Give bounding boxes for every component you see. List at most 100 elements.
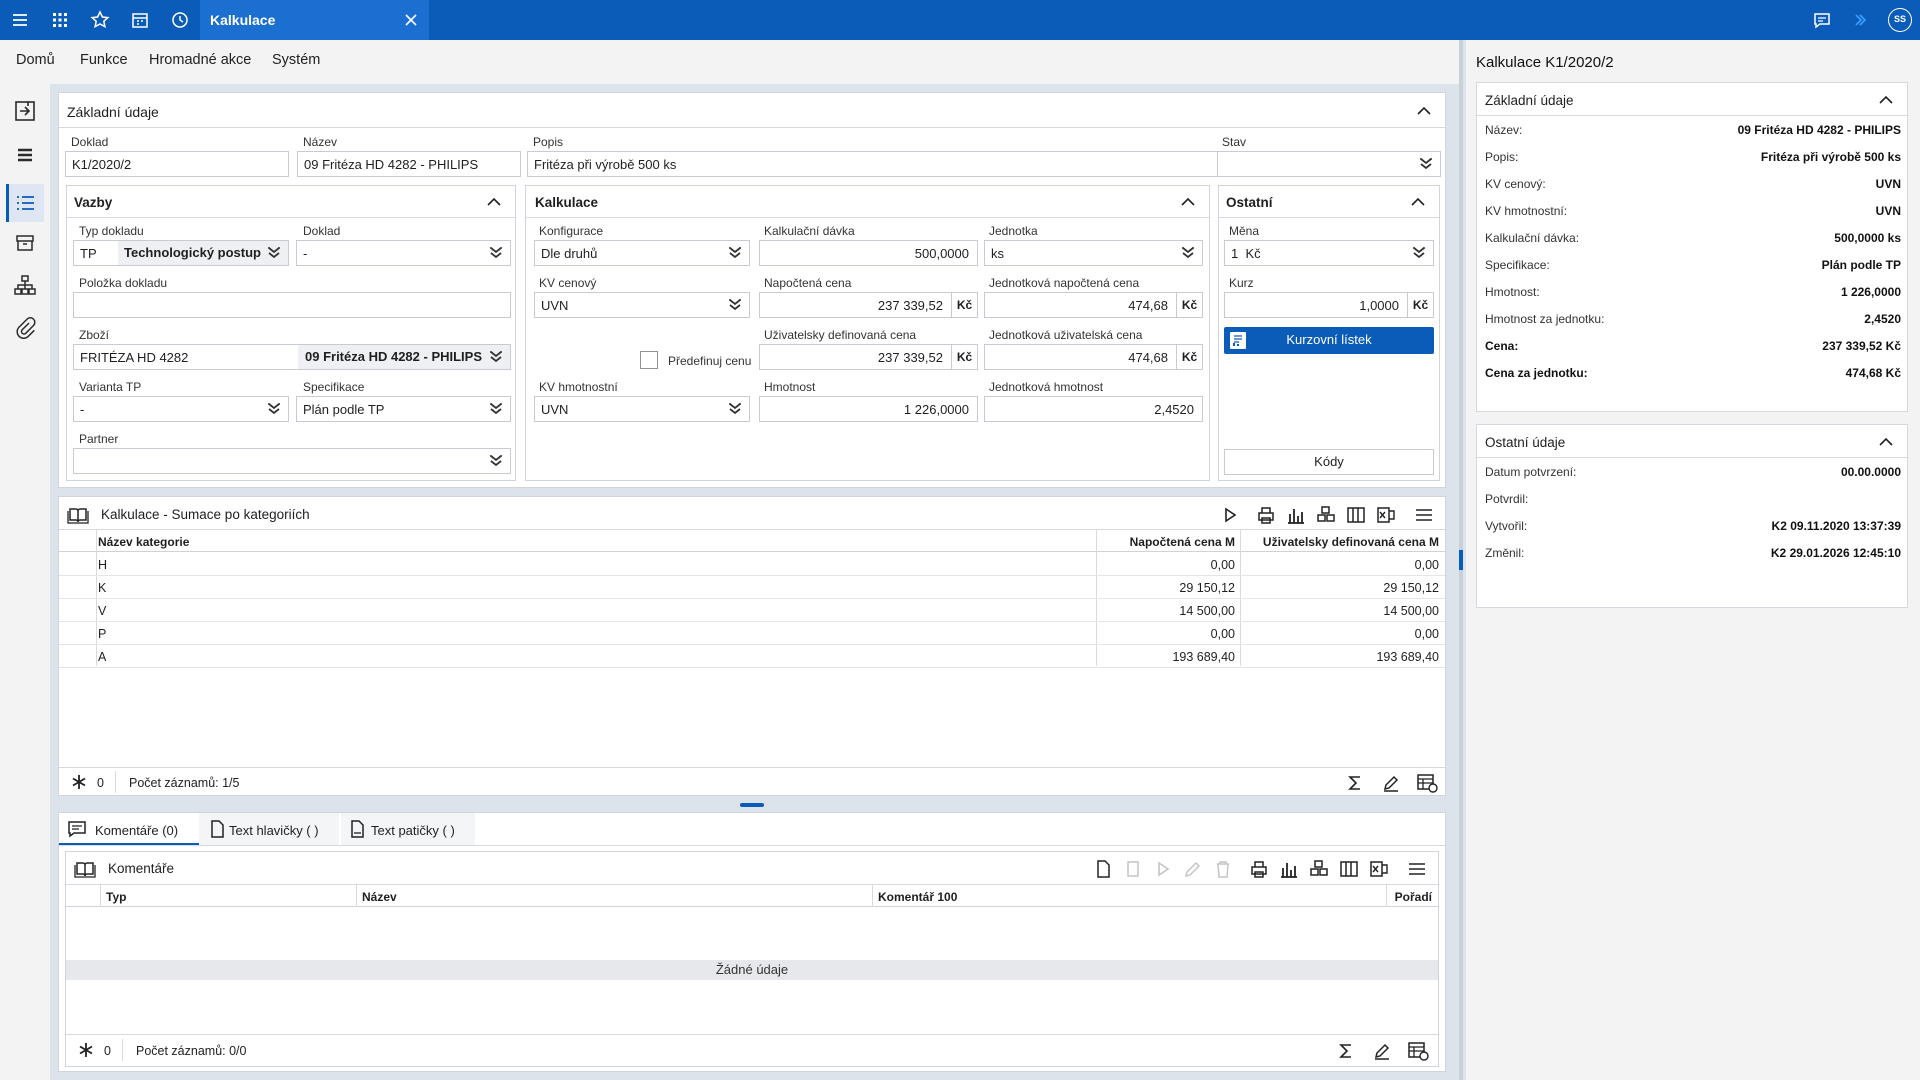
chart-icon[interactable] bbox=[1285, 504, 1307, 526]
table-row[interactable]: V 14 500,00 14 500,00 bbox=[59, 599, 1445, 622]
uziv-cena-field[interactable]: 237 339,52 Kč bbox=[759, 344, 978, 370]
col-typ[interactable]: Typ bbox=[106, 890, 126, 904]
menu-system[interactable]: Systém bbox=[272, 52, 320, 68]
close-icon[interactable] bbox=[403, 12, 419, 28]
print-icon[interactable] bbox=[1248, 858, 1270, 880]
edit-icon[interactable] bbox=[1372, 1041, 1392, 1061]
jedn-hmot-field[interactable]: 2,4520 bbox=[984, 396, 1203, 422]
collapse-chevron-icon[interactable] bbox=[1409, 193, 1427, 211]
specifikace-dropdown[interactable]: Plán podle TP bbox=[296, 396, 511, 422]
kody-button[interactable]: Kódy bbox=[1224, 449, 1434, 475]
hamburger-icon[interactable] bbox=[1406, 858, 1428, 880]
list-icon[interactable] bbox=[12, 190, 38, 216]
jedn-uziv-field[interactable]: 474,68 Kč bbox=[984, 344, 1203, 370]
davka-field[interactable]: 500,0000 bbox=[759, 240, 978, 266]
table-row[interactable]: P 0,00 0,00 bbox=[59, 622, 1445, 645]
col-uziv-cena[interactable]: Uživatelsky definovaná cena M bbox=[1263, 535, 1439, 549]
collapse-chevron-icon[interactable] bbox=[1877, 91, 1895, 109]
columns-icon[interactable] bbox=[1338, 858, 1360, 880]
play-icon[interactable] bbox=[1219, 504, 1241, 526]
excel-export-icon[interactable] bbox=[1375, 504, 1397, 526]
varianta-dropdown[interactable]: - bbox=[73, 396, 289, 422]
detail-value: Fritéza při výrobě 500 ks bbox=[1760, 150, 1901, 164]
tab-kalkulace[interactable]: Kalkulace bbox=[200, 0, 429, 40]
partner-dropdown[interactable] bbox=[73, 448, 511, 474]
new-document-icon[interactable] bbox=[1092, 858, 1114, 880]
vazby-doklad-dropdown[interactable]: - bbox=[296, 240, 511, 266]
collapse-chevron-icon[interactable] bbox=[1179, 193, 1197, 211]
menu-funkce[interactable]: Funkce bbox=[80, 52, 128, 68]
tab-text-hlavicky[interactable]: Text hlavičky ( ) bbox=[199, 813, 339, 845]
collapse-chevron-icon[interactable] bbox=[1415, 102, 1433, 120]
jedn-napoctena-field[interactable]: 474,68 Kč bbox=[984, 292, 1203, 318]
table-row[interactable]: H 0,00 0,00 bbox=[59, 553, 1445, 576]
doklad-field[interactable]: K1/2020/2 bbox=[65, 151, 289, 177]
archive-icon[interactable] bbox=[12, 230, 38, 256]
chat-icon[interactable] bbox=[1810, 8, 1834, 32]
chart-icon[interactable] bbox=[1278, 858, 1300, 880]
asterisk-icon[interactable] bbox=[69, 772, 89, 792]
filter-count: 0 bbox=[104, 1044, 111, 1058]
tab-text-paticky[interactable]: Text patičky ( ) bbox=[341, 813, 475, 845]
history-icon[interactable] bbox=[168, 8, 192, 32]
detail-value: K2 09.11.2020 13:37:39 bbox=[1771, 519, 1901, 533]
tab-komentare[interactable]: Komentáře (0) bbox=[59, 813, 199, 845]
col-nazev[interactable]: Název bbox=[362, 890, 397, 904]
nazev-field[interactable]: 09 Fritéza HD 4282 - PHILIPS bbox=[297, 151, 521, 177]
sigma-icon[interactable] bbox=[1345, 773, 1365, 793]
cell-kategorie: H bbox=[98, 558, 108, 572]
columns-icon[interactable] bbox=[1345, 504, 1367, 526]
mena-dropdown[interactable]: 1 Kč bbox=[1224, 240, 1434, 266]
menu-hromadne-akce[interactable]: Hromadné akce bbox=[149, 52, 251, 68]
kurz-field[interactable]: 1,0000 Kč bbox=[1224, 292, 1434, 318]
user-avatar[interactable]: SS bbox=[1888, 8, 1912, 32]
typ-dokladu-dropdown[interactable]: TP Technologický postup bbox=[73, 240, 289, 266]
cubes-icon[interactable] bbox=[1315, 504, 1337, 526]
menu-domu[interactable]: Domů bbox=[16, 52, 55, 68]
cell-napoctena: 14 500,00 bbox=[1179, 604, 1235, 618]
arrow-icon[interactable] bbox=[1848, 8, 1872, 32]
col-poradi[interactable]: Pořadí bbox=[1395, 890, 1432, 904]
predefinuj-checkbox[interactable] bbox=[640, 351, 658, 369]
vertical-splitter-handle[interactable] bbox=[1459, 550, 1463, 570]
konfigurace-dropdown[interactable]: Dle druhů bbox=[534, 240, 750, 266]
layers-icon[interactable] bbox=[12, 142, 38, 168]
sigma-icon[interactable] bbox=[1336, 1041, 1356, 1061]
hmotnost-field[interactable]: 1 226,0000 bbox=[759, 396, 978, 422]
ostatni-title: Ostatní bbox=[1226, 195, 1273, 210]
empty-message: Žádné údaje bbox=[66, 960, 1438, 980]
polozka-field[interactable] bbox=[73, 292, 511, 318]
edit-icon[interactable] bbox=[1381, 773, 1401, 793]
col-nazev-kategorie[interactable]: Název kategorie bbox=[98, 535, 189, 549]
cubes-icon[interactable] bbox=[1308, 858, 1330, 880]
asterisk-icon[interactable] bbox=[76, 1040, 96, 1060]
cell-napoctena: 0,00 bbox=[1210, 627, 1235, 641]
kv-hmot-dropdown[interactable]: UVN bbox=[534, 396, 750, 422]
hamburger-icon[interactable] bbox=[1413, 504, 1435, 526]
napoctena-field[interactable]: 237 339,52 Kč bbox=[759, 292, 978, 318]
collapse-chevron-icon[interactable] bbox=[1877, 433, 1895, 451]
apps-grid-icon[interactable] bbox=[48, 8, 72, 32]
exit-icon[interactable] bbox=[12, 98, 38, 124]
hamburger-icon[interactable] bbox=[8, 8, 32, 32]
splitter-handle[interactable] bbox=[740, 803, 764, 807]
stav-dropdown[interactable] bbox=[1217, 151, 1441, 177]
collapse-chevron-icon[interactable] bbox=[485, 193, 503, 211]
kv-cenovy-dropdown[interactable]: UVN bbox=[534, 292, 750, 318]
star-icon[interactable] bbox=[88, 8, 112, 32]
attachment-icon[interactable] bbox=[12, 314, 38, 340]
col-komentar[interactable]: Komentář 100 bbox=[878, 890, 957, 904]
col-napoctena-cena[interactable]: Napočtená cena M bbox=[1130, 535, 1235, 549]
kurzovni-listek-button[interactable]: Kurzovní lístek bbox=[1224, 327, 1434, 354]
hierarchy-icon[interactable] bbox=[12, 272, 38, 298]
grid-settings-icon[interactable] bbox=[1406, 1039, 1430, 1063]
print-icon[interactable] bbox=[1255, 504, 1277, 526]
calendar-icon[interactable] bbox=[128, 8, 152, 32]
popis-field[interactable]: Fritéza při výrobě 500 ks bbox=[527, 151, 1269, 177]
jednotka-dropdown[interactable]: ks bbox=[984, 240, 1203, 266]
grid-settings-icon[interactable] bbox=[1415, 771, 1439, 795]
excel-export-icon[interactable] bbox=[1368, 858, 1390, 880]
zbozi-dropdown[interactable]: FRITÉZA HD 4282 09 Fritéza HD 4282 - PHIL… bbox=[73, 344, 511, 370]
table-row[interactable]: A 193 689,40 193 689,40 bbox=[59, 645, 1445, 668]
table-row[interactable]: K 29 150,12 29 150,12 bbox=[59, 576, 1445, 599]
